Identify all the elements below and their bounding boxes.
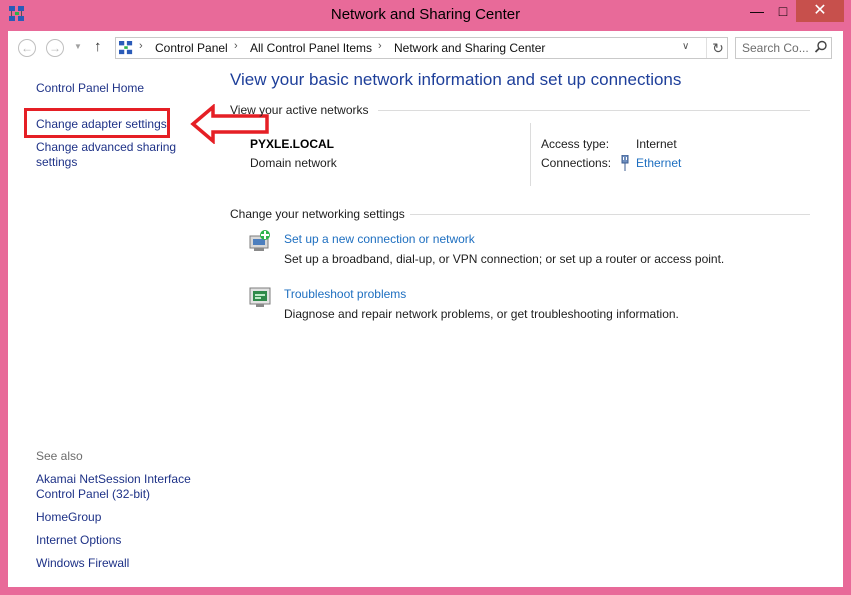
window-content: ← → ▼ ↑ › Control Panel › All Control Pa…: [8, 31, 843, 587]
ethernet-connection-link[interactable]: Ethernet: [636, 156, 681, 170]
forward-button[interactable]: →: [46, 39, 64, 57]
recent-locations-button[interactable]: ▼: [74, 42, 82, 51]
breadcrumb-all-items[interactable]: All Control Panel Items: [250, 41, 372, 55]
control-panel-home-link[interactable]: Control Panel Home: [36, 81, 144, 96]
section-divider: [378, 110, 810, 111]
see-also-homegroup-link[interactable]: HomeGroup: [36, 510, 101, 525]
title-bar: Network and Sharing Center — □ ✕: [0, 0, 851, 30]
networking-settings-heading: Change your networking settings: [230, 207, 405, 221]
address-bar[interactable]: › Control Panel › All Control Panel Item…: [115, 37, 728, 59]
search-input[interactable]: [736, 38, 814, 58]
connections-label: Connections:: [541, 156, 612, 170]
see-also-windows-firewall-link[interactable]: Windows Firewall: [36, 556, 129, 571]
access-type-label: Access type:: [541, 137, 610, 151]
troubleshoot-problems-description: Diagnose and repair network problems, or…: [284, 307, 679, 321]
minimize-button[interactable]: —: [744, 0, 770, 22]
ethernet-icon: [621, 155, 629, 171]
change-advanced-sharing-settings-link[interactable]: Change advanced sharing settings: [36, 140, 186, 170]
address-dropdown-button[interactable]: ∨: [682, 41, 689, 52]
breadcrumb-separator[interactable]: ›: [139, 40, 143, 52]
window-title: Network and Sharing Center: [330, 6, 521, 23]
change-adapter-settings-link[interactable]: Change adapter settings: [36, 117, 167, 132]
breadcrumb-network-center[interactable]: Network and Sharing Center: [394, 41, 545, 55]
setup-new-connection-description: Set up a broadband, dial-up, or VPN conn…: [284, 252, 725, 266]
left-navigation-pane: Control Panel Home Change adapter settin…: [8, 65, 269, 585]
navigation-toolbar: ← → ▼ ↑ › Control Panel › All Control Pa…: [8, 31, 843, 65]
new-connection-icon: [249, 230, 270, 251]
search-icon[interactable]: [814, 40, 828, 54]
network-name: PYXLE.LOCAL: [250, 137, 335, 151]
section-divider: [410, 214, 810, 215]
troubleshoot-icon: [249, 287, 271, 307]
back-button[interactable]: ←: [18, 39, 36, 57]
see-also-akamai-link[interactable]: Akamai NetSession Interface Control Pane…: [36, 472, 196, 502]
search-box[interactable]: [735, 37, 832, 59]
see-also-internet-options-link[interactable]: Internet Options: [36, 533, 121, 548]
see-also-heading: See also: [36, 449, 83, 463]
active-networks-heading: View your active networks: [230, 103, 369, 117]
breadcrumb-separator[interactable]: ›: [378, 40, 382, 52]
page-title: View your basic network information and …: [230, 70, 682, 89]
network-center-icon: [119, 41, 133, 55]
close-button[interactable]: ✕: [796, 0, 844, 22]
refresh-button[interactable]: ↻: [706, 38, 729, 58]
up-button[interactable]: ↑: [94, 38, 102, 55]
network-type: Domain network: [250, 156, 337, 170]
troubleshoot-problems-link[interactable]: Troubleshoot problems: [284, 287, 406, 301]
setup-new-connection-link[interactable]: Set up a new connection or network: [284, 232, 475, 246]
network-info-divider: [530, 123, 531, 186]
breadcrumb-control-panel[interactable]: Control Panel: [155, 41, 228, 55]
access-type-value: Internet: [636, 137, 677, 151]
maximize-button[interactable]: □: [770, 0, 796, 22]
breadcrumb-separator[interactable]: ›: [234, 40, 238, 52]
